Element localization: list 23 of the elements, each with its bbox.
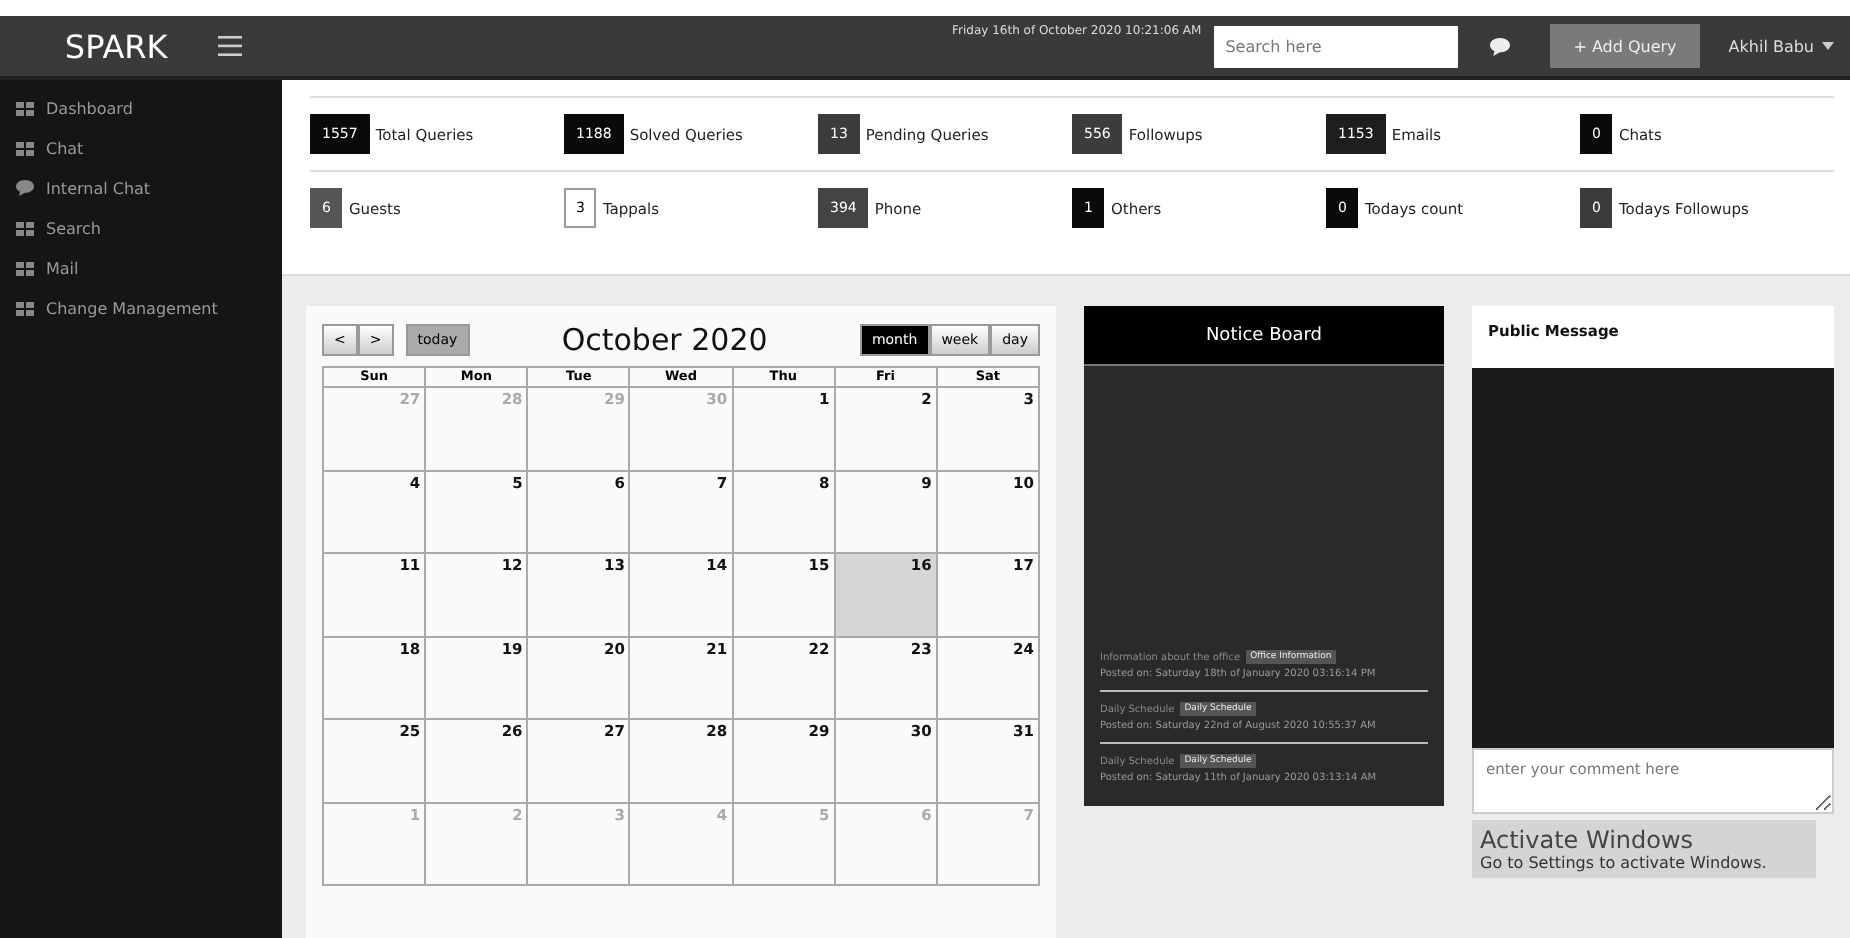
- grid-icon: [16, 141, 34, 155]
- chat-icon[interactable]: [1489, 37, 1510, 55]
- sidebar-item[interactable]: Search: [0, 208, 282, 248]
- add-query-button[interactable]: + Add Query: [1549, 24, 1701, 68]
- grid-icon: [16, 101, 34, 115]
- sidebar-item[interactable]: Change Management: [0, 288, 282, 328]
- activation-title: Activate Windows: [1480, 826, 1696, 854]
- caret-icon[interactable]: [1822, 42, 1834, 50]
- grid-icon: [16, 261, 34, 275]
- sidebar-item[interactable]: Chat: [0, 128, 282, 168]
- grid-icon: [16, 221, 34, 235]
- user-menu[interactable]: Akhil Babu: [1728, 37, 1814, 55]
- chat-icon: [16, 180, 34, 196]
- grid-icon: [16, 301, 34, 315]
- activation-text: Go to Settings to activate Windows.: [1480, 854, 1769, 872]
- calendar-title: October 2020: [561, 322, 768, 358]
- sidebar-item[interactable]: Dashboard: [0, 88, 282, 128]
- sidebar-item[interactable]: Mail: [0, 248, 282, 288]
- sidebar-item[interactable]: Internal Chat: [0, 168, 282, 208]
- search-field[interactable]: Search here: [1213, 25, 1458, 67]
- menu-icon[interactable]: [217, 36, 242, 56]
- app-logo: SPARK: [64, 27, 168, 65]
- notice-board-title: Notice Board: [1084, 306, 1444, 366]
